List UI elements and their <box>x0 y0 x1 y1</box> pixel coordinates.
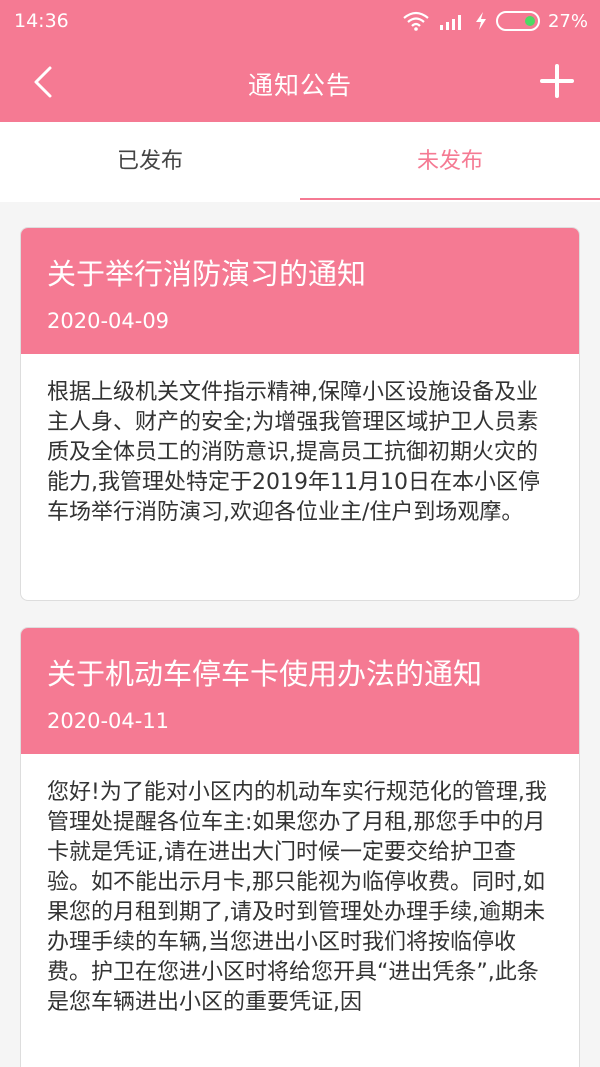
battery-fill <box>524 16 535 26</box>
active-tab-indicator <box>300 198 600 200</box>
notice-content: 根据上级机关文件指示精神,保障小区设施设备及业主人身、财产的安全;为增强我管理区… <box>47 380 540 525</box>
notice-card[interactable]: 关于机动车停车卡使用办法的通知 2020-04-11 您好!为了能对小区内的机动… <box>20 627 580 1067</box>
status-time: 14:36 <box>14 10 69 32</box>
notice-card[interactable]: 关于举行消防演习的通知 2020-04-09 根据上级机关文件指示精神,保障小区… <box>20 227 580 601</box>
notice-card-header: 关于机动车停车卡使用办法的通知 2020-04-11 <box>21 628 579 754</box>
status-indicators: 27% <box>402 9 588 33</box>
add-icon[interactable] <box>538 62 576 100</box>
tab-unpublished[interactable]: 未发布 <box>300 122 600 202</box>
notice-date: 2020-04-09 <box>47 309 170 333</box>
notice-card-header: 关于举行消防演习的通知 2020-04-09 <box>21 228 579 354</box>
battery-icon <box>495 11 540 31</box>
notice-date: 2020-04-11 <box>47 709 170 733</box>
signal-icon <box>439 15 461 30</box>
tab-bar: 已发布 未发布 <box>0 122 600 202</box>
charging-icon <box>475 12 486 30</box>
status-bar: 14:36 27% <box>0 0 600 44</box>
wifi-icon <box>403 11 429 31</box>
page-title: 通知公告 <box>247 71 352 100</box>
tab-published[interactable]: 已发布 <box>0 122 300 202</box>
app-screen: 14:36 27% 通知公告 已发布 未发布 关于举行消防演习的通知 2020-… <box>0 0 600 1067</box>
battery-percent: 27% <box>547 10 588 32</box>
notice-content: 您好!为了能对小区内的机动车实行规范化的管理,我管理处提醒各位车主:如果您办了月… <box>47 780 547 1015</box>
notice-title: 关于机动车停车卡使用办法的通知 <box>47 657 483 691</box>
title-bar: 通知公告 <box>0 44 600 122</box>
notice-list[interactable]: 关于举行消防演习的通知 2020-04-09 根据上级机关文件指示精神,保障小区… <box>0 202 600 1067</box>
top-bar: 14:36 27% 通知公告 <box>0 0 600 122</box>
notice-title: 关于举行消防演习的通知 <box>47 257 367 291</box>
